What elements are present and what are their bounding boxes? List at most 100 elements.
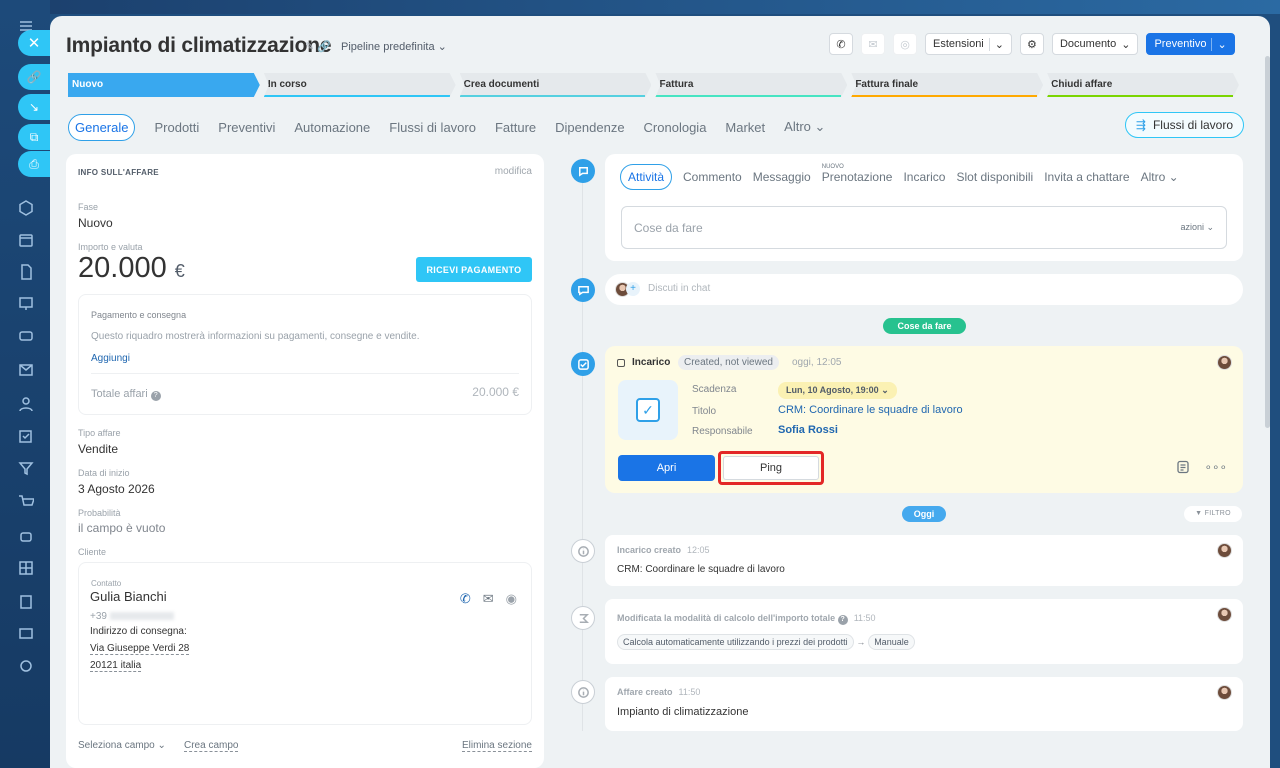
address-line-1[interactable]: Via Giuseppe Verdi 28 [90, 643, 190, 655]
tab-altro[interactable]: Altro ⌄ [784, 119, 825, 135]
tab-commento[interactable]: Commento [683, 170, 742, 184]
close-slider-button[interactable]: ✕ [18, 30, 50, 56]
tab-attivita[interactable]: Attività [620, 164, 673, 190]
contact-name[interactable]: Gulia Bianchi [90, 589, 167, 604]
stage-label: In corso [267, 79, 307, 90]
scrollbar[interactable] [1265, 56, 1270, 428]
stage-fattura-finale[interactable]: Fattura finale [851, 73, 1043, 97]
chat-icon[interactable]: ◉ [506, 591, 517, 607]
tab-slot[interactable]: Slot disponibili [956, 170, 1033, 184]
stage-underline [460, 95, 646, 97]
tab-preventivi[interactable]: Preventivi [218, 120, 275, 135]
stage-in-corso[interactable]: In corso [264, 73, 456, 97]
link-icon[interactable]: 🔗 [18, 64, 50, 90]
apri-button[interactable]: Apri [618, 455, 715, 481]
monitor-icon[interactable] [17, 626, 35, 642]
edit-link[interactable]: modifica [495, 166, 532, 177]
apps-icon[interactable] [17, 658, 35, 674]
stage-chiudi-affare[interactable]: Chiudi affare [1047, 73, 1239, 97]
collapse-icon[interactable]: ↘ [18, 94, 50, 120]
more-icon[interactable]: ∘∘∘ [1204, 460, 1227, 477]
open-new-window-icon[interactable]: ⧉ [18, 124, 50, 150]
address-line-2[interactable]: 20121 italia [90, 660, 142, 672]
task-checkbox[interactable] [617, 359, 625, 367]
filter-button[interactable]: ▼ FILTRO [1184, 506, 1242, 522]
tab-fatture[interactable]: Fatture [495, 120, 536, 135]
tab-prodotti[interactable]: Prodotti [154, 120, 199, 135]
building-icon[interactable] [17, 594, 35, 610]
log-affare-creato: Affare creato 11:50 Impianto di climatizz… [605, 677, 1243, 731]
tab-market[interactable]: Market [725, 120, 765, 135]
deadline-badge[interactable]: Lun, 10 Agosto, 19:00 ⌄ [778, 382, 897, 399]
stage-label: Chiudi affare [1051, 79, 1113, 90]
mail-icon[interactable]: ✉ [861, 33, 885, 55]
estensioni-button[interactable]: Estensioni ⌄ [925, 33, 1012, 55]
print-icon[interactable]: ⎙ [18, 151, 50, 177]
todo-input[interactable]: Cose da fare azioni ⌄ [621, 206, 1227, 249]
tab-altro[interactable]: Altro ⌄ [1141, 170, 1179, 184]
hexagon-icon[interactable] [17, 200, 35, 216]
edit-title-icon[interactable]: ✎ 🔗 [305, 40, 331, 53]
fase-label: Fase [78, 202, 99, 212]
preventivo-label: Preventivo [1154, 38, 1207, 50]
chevron-down-icon: ⌄ [988, 37, 1004, 51]
payment-text: Questo riquadro mostrerà informazioni su… [91, 331, 420, 342]
grid-icon[interactable] [17, 560, 35, 576]
oggi-pill: Oggi [902, 506, 946, 522]
mail-icon[interactable] [17, 362, 35, 378]
chat-input[interactable]: + Discuti in chat [605, 274, 1243, 305]
cart-icon[interactable] [17, 494, 36, 510]
task-title-link[interactable]: CRM: Coordinare le squadre di lavoro [778, 404, 963, 416]
scadenza-label: Scadenza [692, 384, 737, 395]
azioni-dropdown[interactable]: azioni ⌄ [1180, 222, 1214, 233]
stage-fattura[interactable]: Fattura [655, 73, 847, 97]
tab-generale[interactable]: Generale [68, 113, 136, 141]
aggiungi-link[interactable]: Aggiungi [91, 353, 130, 364]
ping-button[interactable]: Ping [723, 456, 819, 480]
help-icon[interactable]: ? [837, 615, 848, 625]
settings-gear-icon[interactable]: ⚙ [1019, 33, 1044, 55]
documento-label: Documento [1059, 38, 1117, 50]
help-icon[interactable]: ? [150, 391, 161, 401]
tab-prenotazione[interactable]: NUOVO Prenotazione [822, 164, 893, 184]
stage-underline [655, 95, 841, 97]
tab-cronologia[interactable]: Cronologia [644, 120, 707, 135]
users-icon[interactable] [17, 396, 35, 412]
seleziona-label: Seleziona campo [78, 740, 155, 751]
contact-phone: +39 [90, 611, 174, 622]
documento-button[interactable]: Documento ⌄ [1051, 33, 1139, 55]
tab-dipendenze[interactable]: Dipendenze [555, 120, 624, 135]
tab-messaggio[interactable]: Messaggio [753, 170, 811, 184]
note-icon[interactable] [1176, 460, 1190, 477]
tasks-icon[interactable] [17, 428, 35, 444]
log-body-link[interactable]: CRM: Coordinare le squadre di lavoro [617, 564, 785, 575]
phone-icon[interactable]: ✆ [829, 33, 853, 55]
pipeline-selector[interactable]: Pipeline predefinita ⌄ [341, 40, 447, 53]
stage-crea-documenti[interactable]: Crea documenti [460, 73, 652, 97]
chat-placeholder: Discuti in chat [648, 283, 711, 294]
stage-nuovo[interactable]: Nuovo [68, 73, 260, 97]
tab-automazione[interactable]: Automazione [294, 120, 370, 135]
preventivo-button[interactable]: Preventivo ⌄ [1146, 33, 1235, 55]
funnel-icon[interactable] [17, 460, 35, 476]
mail-icon[interactable]: ✉ [483, 591, 494, 607]
calendar-icon[interactable] [17, 232, 35, 248]
tab-flussi[interactable]: Flussi di lavoro [389, 120, 476, 135]
tab-invita[interactable]: Invita a chattare [1044, 170, 1129, 184]
add-user-icon[interactable]: + [626, 282, 640, 296]
responsible-link[interactable]: Sofia Rossi [778, 424, 838, 436]
robot-icon[interactable] [17, 528, 35, 544]
flussi-di-lavoro-button[interactable]: ⇶ Flussi di lavoro [1124, 112, 1244, 138]
chat-icon[interactable]: ◎ [893, 33, 917, 55]
tab-incarico[interactable]: Incarico [903, 170, 945, 184]
seleziona-campo[interactable]: Seleziona campo ⌄ [78, 740, 166, 751]
phone-icon[interactable]: ✆ [460, 591, 471, 607]
ricevi-pagamento-button[interactable]: RICEVI PAGAMENTO [416, 257, 532, 282]
document-icon[interactable] [17, 264, 35, 280]
crea-campo-link[interactable]: Crea campo [184, 740, 239, 752]
board-icon[interactable] [17, 296, 35, 312]
workflow-icon: ⇶ [1135, 118, 1146, 132]
tipo-value: Vendite [78, 442, 119, 456]
drive-icon[interactable] [17, 328, 35, 344]
elimina-sezione-link[interactable]: Elimina sezione [461, 740, 532, 752]
